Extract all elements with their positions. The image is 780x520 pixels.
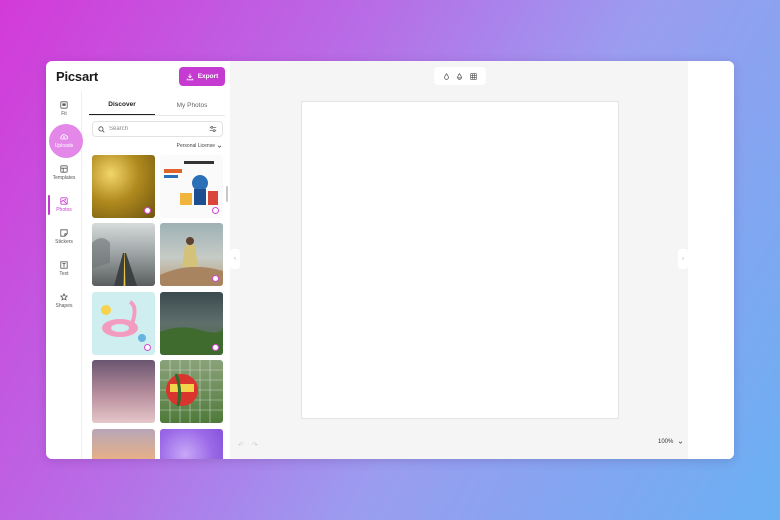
- photo-thumb-pink-sunset[interactable]: [92, 360, 155, 423]
- tab-discover[interactable]: Discover: [89, 95, 155, 115]
- photo-thumb-purple-glitter[interactable]: [160, 429, 223, 459]
- rail-item-text[interactable]: Text: [46, 255, 82, 283]
- color-drop-icon[interactable]: [456, 72, 463, 80]
- panel-scrollbar[interactable]: [226, 186, 228, 202]
- nav-rail: Fit Uploads Templates Photos Stickers Te…: [46, 91, 83, 459]
- premium-badge: [212, 344, 219, 351]
- photo-thumb-gold-glitter[interactable]: [92, 155, 155, 218]
- export-button[interactable]: Export: [179, 67, 225, 86]
- rail-item-templates[interactable]: Templates: [46, 159, 82, 187]
- rail-label-templates: Templates: [52, 175, 76, 181]
- canvas-toolbar: [434, 67, 486, 85]
- road-art: [92, 238, 137, 286]
- shapes-icon: [60, 293, 68, 301]
- photos-panel: Discover My Photos Personal License: [83, 91, 230, 459]
- photos-icon: [60, 197, 68, 205]
- photo-thumb-woman-on-rock[interactable]: [160, 223, 223, 286]
- photo-thumb-sports-poster[interactable]: [160, 155, 223, 218]
- premium-badge: [212, 275, 219, 282]
- chevron-left-icon: ‹: [234, 256, 236, 262]
- photo-thumb-stormy-landscape[interactable]: [160, 292, 223, 355]
- premium-badge: [144, 344, 151, 351]
- photo-thumb-foggy-road[interactable]: [92, 223, 155, 286]
- search-icon: [98, 125, 105, 133]
- photo-thumb-flamingo-float[interactable]: [92, 292, 155, 355]
- license-label: Personal License: [176, 143, 215, 149]
- chevron-right-icon: ›: [682, 256, 684, 262]
- upload-icon: [60, 134, 68, 140]
- right-panel: [688, 61, 734, 459]
- rail-item-photos[interactable]: Photos: [46, 191, 82, 219]
- download-icon: [186, 73, 193, 80]
- rail-label-uploads: Uploads: [54, 143, 74, 149]
- templates-icon: [60, 165, 68, 173]
- picsart-logo: Picsart: [56, 68, 98, 84]
- chevron-down-icon: [217, 145, 222, 148]
- rail-item-uploads[interactable]: Uploads: [46, 127, 82, 155]
- license-dropdown[interactable]: Personal License: [177, 143, 222, 149]
- redo-icon[interactable]: ↷: [252, 441, 258, 449]
- zoom-control[interactable]: 100%: [658, 439, 683, 445]
- editor-window: Picsart Export Fit Uploads Templates Pho…: [46, 61, 734, 459]
- premium-badge: [144, 207, 151, 214]
- rail-item-shapes[interactable]: Shapes: [46, 287, 82, 315]
- zoom-value: 100%: [658, 439, 674, 445]
- premium-badge: [212, 207, 219, 214]
- rail-item-fit[interactable]: Fit: [46, 95, 82, 123]
- design-canvas[interactable]: [301, 101, 619, 419]
- filter-icon[interactable]: [209, 125, 217, 133]
- grid-icon[interactable]: [470, 72, 477, 80]
- fill-drop-icon[interactable]: [443, 72, 450, 80]
- stickers-icon: [60, 229, 68, 237]
- export-label: Export: [197, 73, 219, 80]
- search-input[interactable]: [109, 126, 199, 132]
- collapse-left-button[interactable]: ‹: [230, 249, 240, 269]
- undo-redo-group: ↶ ↷: [238, 441, 258, 449]
- tab-my-photos[interactable]: My Photos: [159, 95, 225, 115]
- soccer-art: [160, 360, 223, 423]
- search-box[interactable]: [92, 121, 223, 137]
- rail-label-photos: Photos: [56, 207, 72, 213]
- photo-thumb-soccer-net[interactable]: [160, 360, 223, 423]
- photo-thumb-beach-sunset[interactable]: [92, 429, 155, 459]
- undo-icon[interactable]: ↶: [238, 441, 244, 449]
- photo-grid: [92, 155, 224, 459]
- collapse-right-button[interactable]: ›: [678, 249, 688, 269]
- tabs-divider: [89, 115, 225, 116]
- fit-icon: [60, 101, 68, 109]
- workspace: ‹ › ↶ ↷ 100%: [230, 61, 707, 459]
- rail-label-text: Text: [59, 271, 69, 277]
- rail-label-shapes: Shapes: [55, 303, 73, 309]
- chevron-down-icon: [679, 441, 683, 444]
- rail-label-fit: Fit: [61, 111, 67, 117]
- rail-item-stickers[interactable]: Stickers: [46, 223, 82, 251]
- panel-tabs: Discover My Photos: [89, 95, 225, 116]
- rail-label-stickers: Stickers: [55, 239, 73, 245]
- text-icon: [60, 261, 68, 269]
